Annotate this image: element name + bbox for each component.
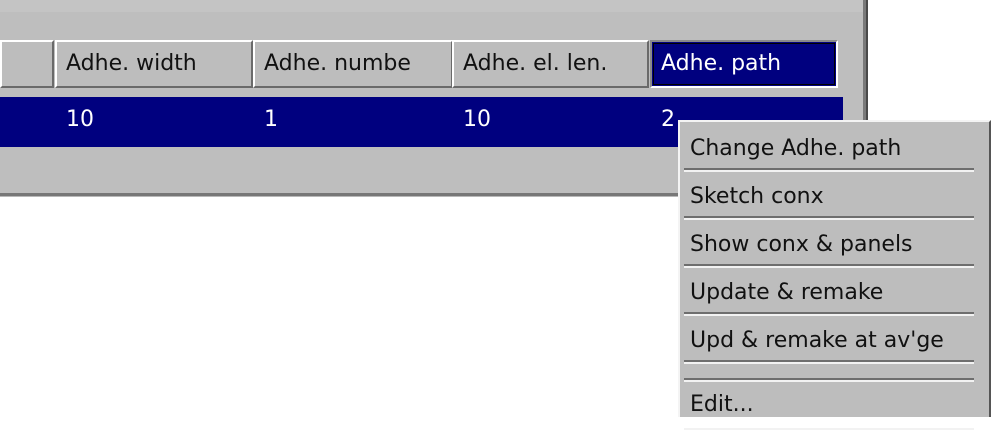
menu-item-show-conx-panels[interactable]: Show conx & panels	[684, 226, 974, 268]
menu-item-update-remake[interactable]: Update & remake	[684, 274, 974, 316]
menu-item-upd-remake-avge[interactable]: Upd & remake at av'ge	[684, 322, 974, 364]
column-header-previous[interactable]	[0, 40, 54, 88]
menu-item-change-adhe-path[interactable]: Change Adhe. path	[684, 130, 974, 172]
table-top-strip	[0, 0, 863, 12]
context-menu: Change Adhe. path Sketch conx Show conx …	[678, 120, 991, 430]
menu-item-sketch-conx[interactable]: Sketch conx	[684, 178, 974, 220]
menu-item-edit[interactable]: Edit...	[684, 386, 974, 430]
column-header-adhe-number[interactable]: Adhe. numbe	[253, 40, 453, 88]
cell-adhe-path[interactable]: 2	[650, 97, 675, 147]
column-header-adhe-width[interactable]: Adhe. width	[55, 40, 253, 88]
menu-separator	[684, 378, 974, 382]
cell-adhe-el-len[interactable]: 10	[452, 97, 491, 147]
cell-adhe-number[interactable]: 1	[253, 97, 278, 147]
cell-adhe-width[interactable]: 10	[55, 97, 94, 147]
column-header-adhe-el-len[interactable]: Adhe. el. len.	[452, 40, 649, 88]
table-header-row: Adhe. width Adhe. numbe Adhe. el. len. A…	[0, 40, 844, 92]
column-header-adhe-path[interactable]: Adhe. path	[650, 40, 838, 88]
